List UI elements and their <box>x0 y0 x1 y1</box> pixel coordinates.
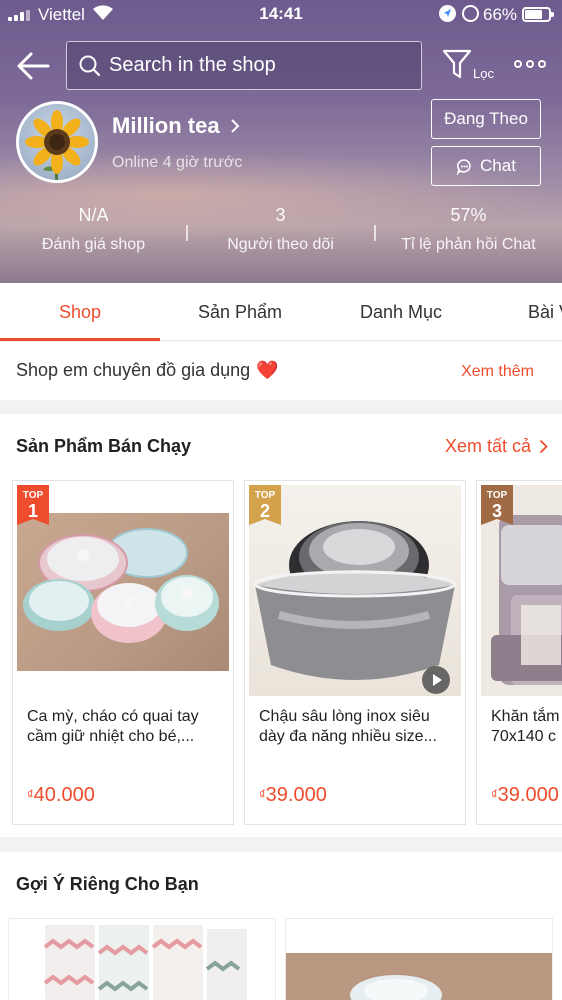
shop-description: Shop em chuyên đồ gia dụng ❤️ Xem thêm <box>0 342 562 400</box>
product-name: Khăn tắm 70x140 c <box>491 708 560 745</box>
badge-rank: 2 <box>259 501 270 521</box>
chat-icon <box>456 158 471 175</box>
product-price: ₫39.000 <box>259 784 327 807</box>
stat-value: 3 <box>275 205 286 225</box>
top-rank-badge: TOP 3 <box>481 485 513 525</box>
orientation-lock-icon <box>462 5 479 22</box>
badge-text: TOP <box>486 490 508 501</box>
filter-label: Lọc <box>473 66 494 81</box>
description-row: Shop em chuyên đồ gia dụng ❤️ <box>16 360 279 381</box>
shop-name: Million tea <box>112 113 220 138</box>
stat-divider <box>374 225 376 241</box>
stat-divider <box>186 225 188 241</box>
tab-posts[interactable]: Bài Viết <box>528 283 562 341</box>
badge-rank: 1 <box>27 501 38 521</box>
recommended-product-card[interactable] <box>285 918 553 1000</box>
shop-name-link[interactable]: Million tea <box>112 113 240 139</box>
battery-icon <box>522 7 554 22</box>
chevron-right-icon <box>230 119 239 133</box>
shop-stats: N/A Đánh giá shop 3 Người theo dõi 57% T… <box>0 205 562 265</box>
badge-rank: 3 <box>491 501 502 521</box>
stat-rating: N/A Đánh giá shop <box>0 205 187 254</box>
product-price: ₫40.000 <box>27 784 95 807</box>
see-more-link[interactable]: Xem thêm <box>461 363 534 381</box>
shop-avatar[interactable] <box>16 101 98 183</box>
chat-label: Chat <box>480 156 516 175</box>
section-title: Sản Phẩm Bán Chạy <box>16 436 192 456</box>
battery-percentage: 66% <box>483 5 518 24</box>
tab-categories[interactable]: Danh Mục <box>320 283 482 341</box>
currency-symbol: ₫ <box>259 787 266 802</box>
online-status: Online 4 giờ trước <box>112 154 243 171</box>
tab-shop[interactable]: Shop <box>0 283 160 341</box>
currency-symbol: ₫ <box>27 787 34 802</box>
video-play-icon[interactable] <box>422 666 450 694</box>
see-all-label: Xem tất cả <box>444 436 531 456</box>
filter-icon <box>442 49 472 79</box>
shop-header: Viettel 14:41 66% Search in the shop Lọc… <box>0 0 562 283</box>
product-image <box>9 919 275 1000</box>
stat-value: N/A <box>78 205 109 225</box>
see-all-link[interactable]: Xem tất cả <box>445 436 548 457</box>
product-image <box>286 919 552 1000</box>
description-text: Shop em chuyên đồ gia dụng <box>16 360 251 380</box>
section-title: Gợi Ý Riêng Cho Bạn <box>16 874 199 894</box>
product-card[interactable]: TOP 3 Khăn tắm 70x140 c ₫39.000 <box>476 480 562 825</box>
stat-value: 57% <box>450 205 487 225</box>
product-card[interactable]: TOP 2 Chậu sâu lòng inox siêu dày đa năn… <box>244 480 466 825</box>
shop-tabs: Shop Sản Phẩm Danh Mục Bài Viết <box>0 283 562 341</box>
heart-icon: ❤️ <box>256 360 279 380</box>
stat-label: Đánh giá shop <box>41 236 146 253</box>
recommended-product-card[interactable] <box>8 918 276 1000</box>
search-placeholder: Search in the shop <box>109 54 276 76</box>
top-rank-badge: TOP 2 <box>249 485 281 525</box>
top-rank-badge: TOP 1 <box>17 485 49 525</box>
location-icon <box>439 5 456 22</box>
filter-button[interactable]: Lọc <box>440 48 500 84</box>
tab-products[interactable]: Sản Phẩm <box>160 283 320 341</box>
shop-search-input[interactable]: Search in the shop <box>66 41 422 90</box>
chat-button[interactable]: Chat <box>431 146 541 186</box>
price-value: 39.000 <box>497 784 559 806</box>
sunflower-image <box>25 110 89 180</box>
product-name: Ca mỳ, cháo có quai tay cầm giữ nhiệt ch… <box>27 708 199 745</box>
price-value: 40.000 <box>33 784 95 806</box>
more-options-icon[interactable] <box>514 57 546 71</box>
badge-text: TOP <box>22 490 44 501</box>
product-card[interactable]: TOP 1 Ca mỳ, cháo có quai tay cầm giữ nh… <box>12 480 234 825</box>
badge-text: TOP <box>254 490 276 501</box>
stat-label: Người theo dõi <box>227 236 334 253</box>
stat-label: Tỉ lệ phản hồi Chat <box>401 236 536 253</box>
price-value: 39.000 <box>265 784 327 806</box>
status-bar: Viettel 14:41 66% <box>0 0 562 30</box>
product-price: ₫39.000 <box>491 784 559 807</box>
active-tab-indicator <box>0 338 160 341</box>
search-icon <box>79 55 101 76</box>
chevron-right-icon <box>539 439 548 454</box>
stat-followers: 3 Người theo dõi <box>187 205 374 254</box>
following-button[interactable]: Đang Theo <box>431 99 541 139</box>
back-arrow-icon[interactable] <box>14 48 52 84</box>
stat-chat-response: 57% Tỉ lệ phản hồi Chat <box>375 205 562 254</box>
product-name: Chậu sâu lòng inox siêu dày đa năng nhiề… <box>259 708 437 745</box>
currency-symbol: ₫ <box>491 787 498 802</box>
